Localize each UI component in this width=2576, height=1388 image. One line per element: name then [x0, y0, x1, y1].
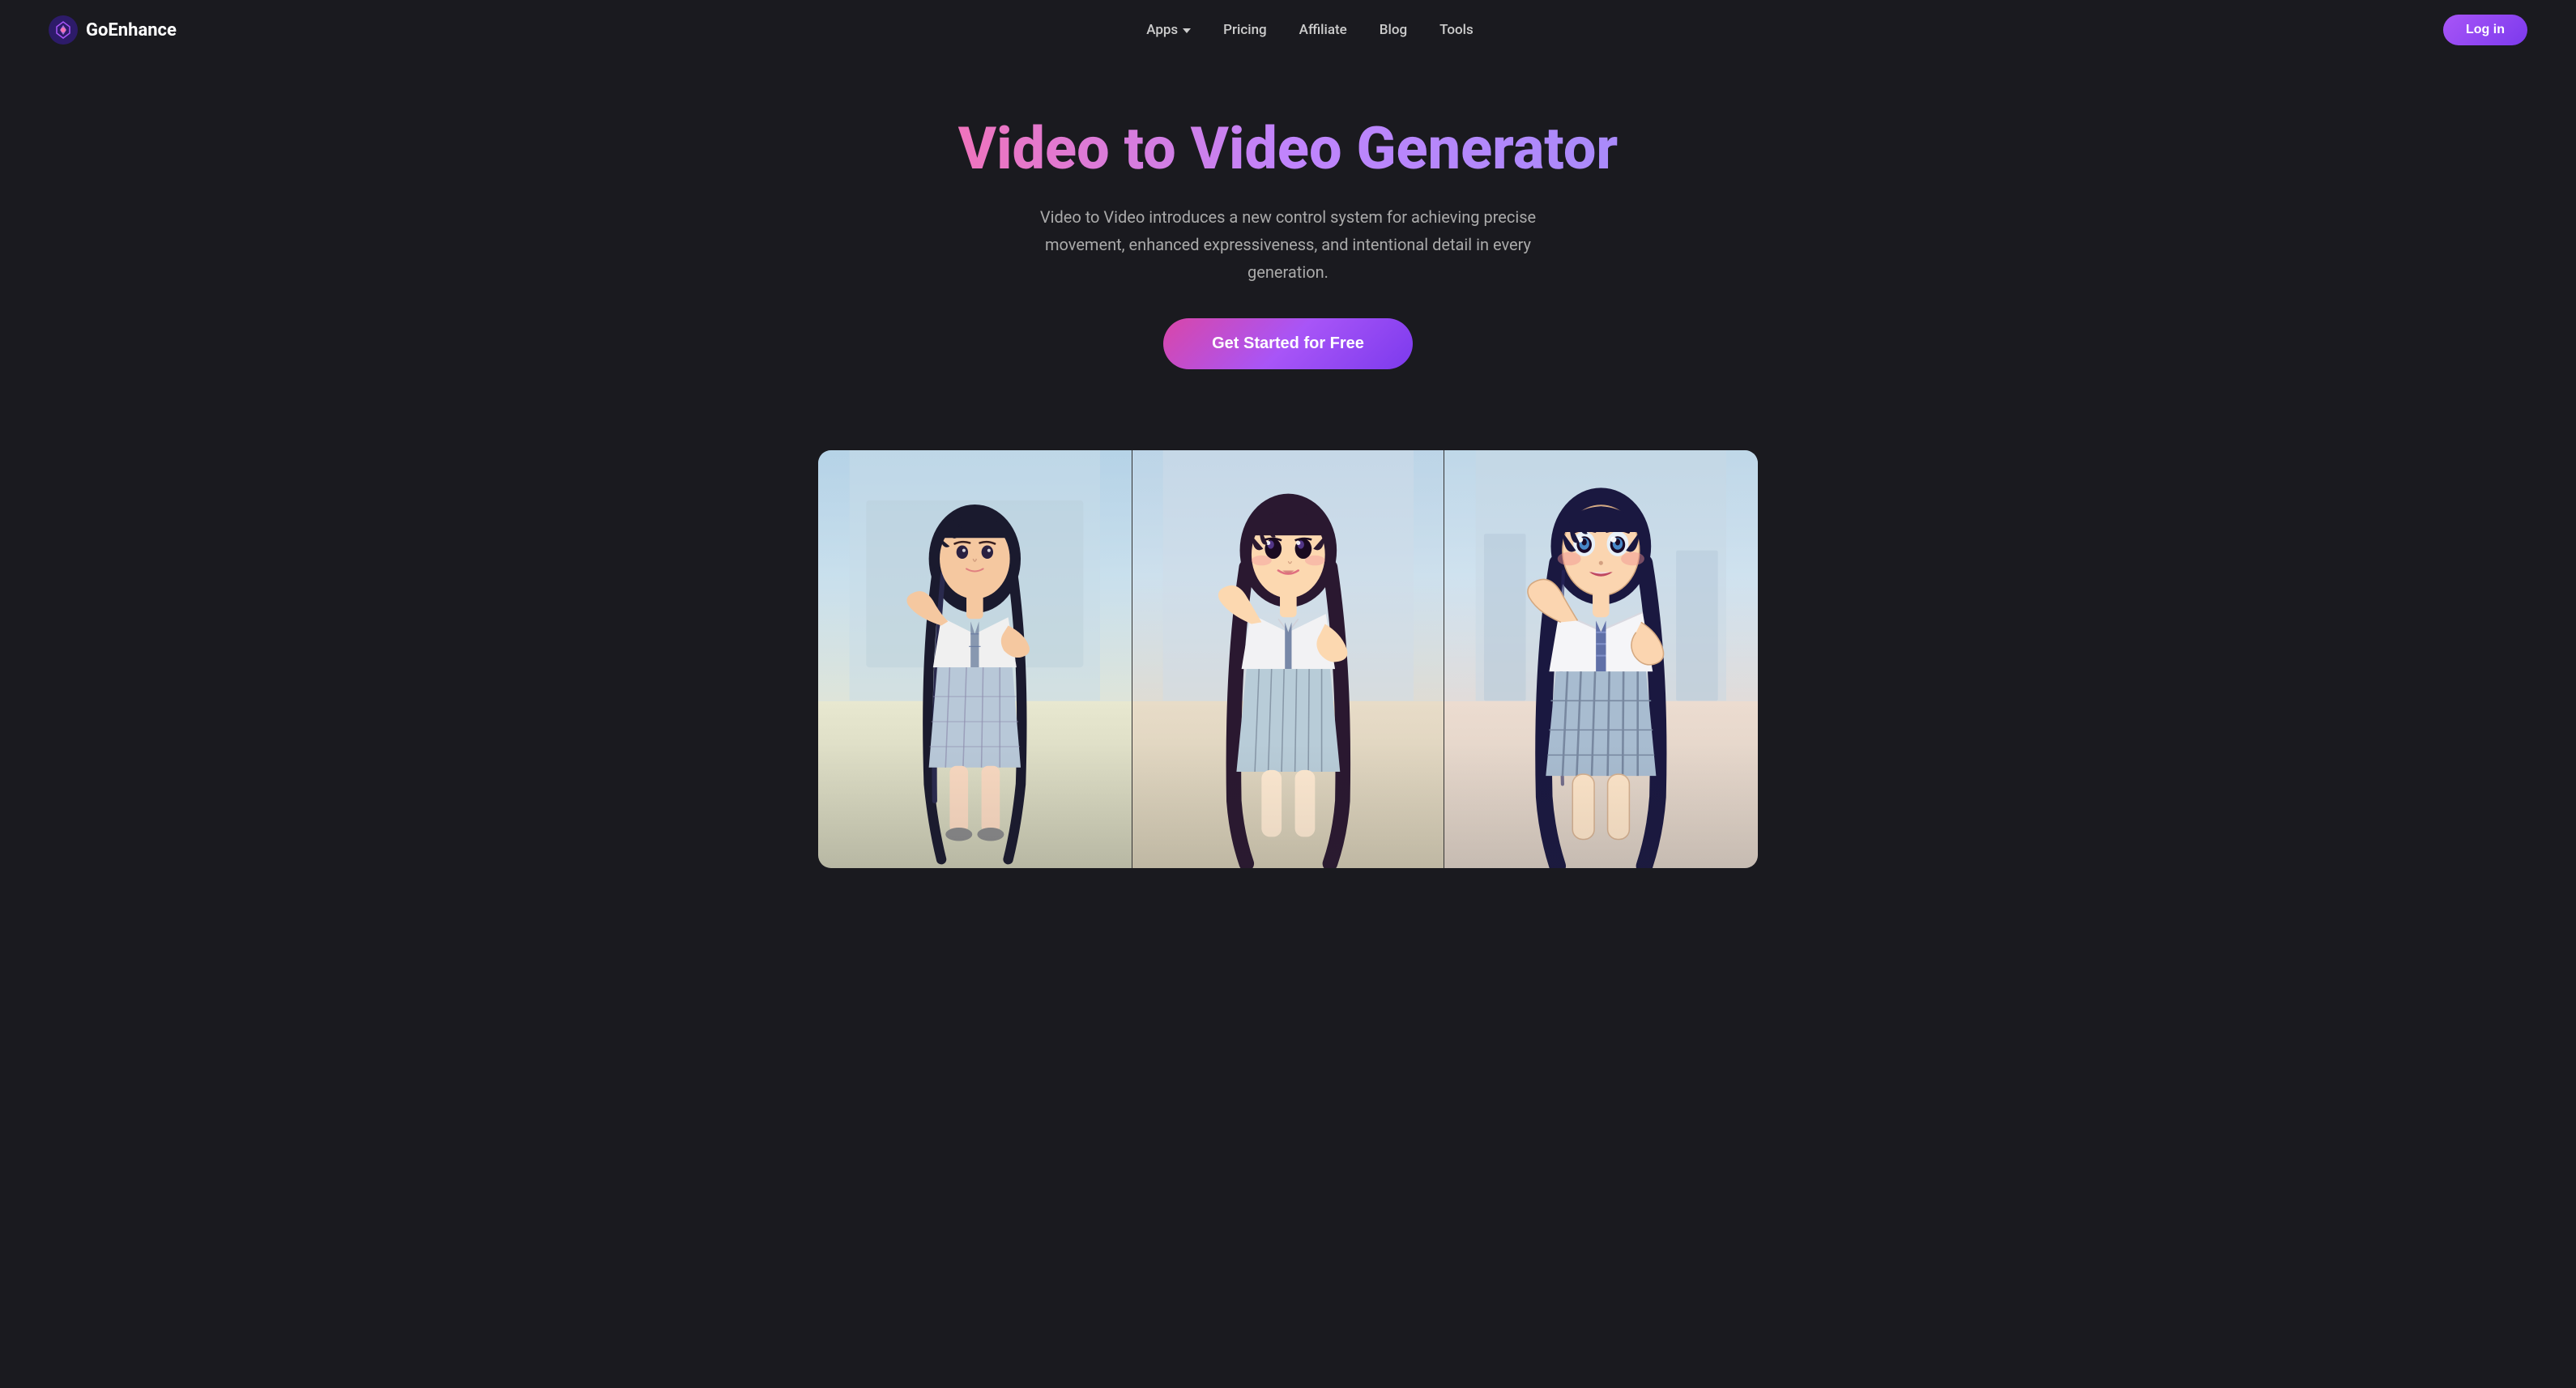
panel-overlay-2: [1132, 743, 1444, 868]
nav-item-pricing[interactable]: Pricing: [1223, 22, 1267, 38]
nav-links: Apps Pricing Affiliate Blog Tools: [1146, 22, 1474, 38]
nav-item-affiliate[interactable]: Affiliate: [1299, 22, 1347, 38]
nav-link-tools[interactable]: Tools: [1439, 22, 1474, 38]
showcase-grid: [818, 450, 1758, 868]
panel-overlay-3: [1444, 743, 1758, 868]
showcase-panel-cartoon: [1444, 450, 1758, 868]
nav-link-blog[interactable]: Blog: [1380, 22, 1407, 38]
nav-item-tools[interactable]: Tools: [1439, 22, 1474, 38]
logo-icon: [49, 15, 78, 45]
showcase-section: [802, 450, 1774, 868]
hero-subtitle: Video to Video introduces a new control …: [1013, 203, 1563, 286]
nav-link-pricing[interactable]: Pricing: [1223, 22, 1267, 38]
chevron-down-icon: [1183, 28, 1191, 33]
hero-title: Video to Video Generator: [923, 117, 1653, 181]
login-button[interactable]: Log in: [2443, 15, 2527, 45]
panel-overlay-1: [818, 743, 1132, 868]
nav-link-affiliate[interactable]: Affiliate: [1299, 22, 1347, 38]
nav-link-apps[interactable]: Apps: [1146, 22, 1191, 38]
showcase-panel-anime: [1132, 450, 1445, 868]
navbar: GoEnhance Apps Pricing Affiliate Blog To…: [0, 0, 2576, 60]
hero-section: Video to Video Generator Video to Video …: [0, 60, 2576, 410]
showcase-panel-realistic: [818, 450, 1132, 868]
cta-button[interactable]: Get Started for Free: [1163, 318, 1413, 369]
nav-item-apps[interactable]: Apps: [1146, 22, 1191, 38]
logo-text: GoEnhance: [86, 20, 177, 40]
logo[interactable]: GoEnhance: [49, 15, 177, 45]
nav-item-blog[interactable]: Blog: [1380, 22, 1407, 38]
